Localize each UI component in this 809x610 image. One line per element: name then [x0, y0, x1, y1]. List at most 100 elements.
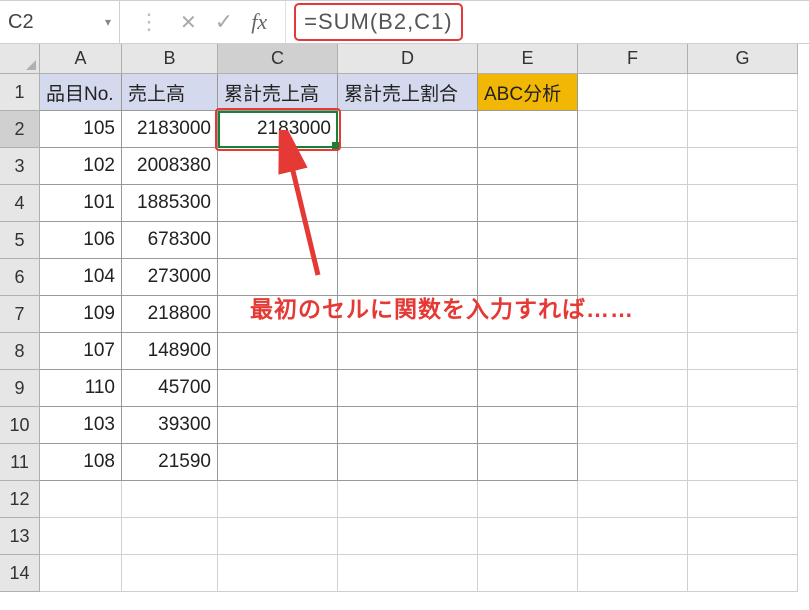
cell-A13[interactable]: [40, 518, 122, 555]
row-header-4[interactable]: 4: [0, 185, 40, 222]
cell-B7[interactable]: 218800: [122, 296, 218, 333]
col-header-F[interactable]: F: [578, 44, 688, 74]
formula-input[interactable]: =SUM(B2,C1): [294, 3, 463, 41]
cell-A12[interactable]: [40, 481, 122, 518]
cell-E4[interactable]: [478, 185, 578, 222]
cell-D13[interactable]: [338, 518, 478, 555]
cell-D6[interactable]: [338, 259, 478, 296]
cell-G9[interactable]: [688, 370, 798, 407]
col-header-C[interactable]: C: [218, 44, 338, 74]
row-header-11[interactable]: 11: [0, 444, 40, 481]
cell-A1[interactable]: 品目No.: [40, 74, 122, 111]
cell-B11[interactable]: 21590: [122, 444, 218, 481]
row-header-13[interactable]: 13: [0, 518, 40, 555]
cell-G6[interactable]: [688, 259, 798, 296]
col-header-G[interactable]: G: [688, 44, 798, 74]
row-header-9[interactable]: 9: [0, 370, 40, 407]
cell-F7[interactable]: [578, 296, 688, 333]
row-header-7[interactable]: 7: [0, 296, 40, 333]
cell-A2[interactable]: 105: [40, 111, 122, 148]
cell-B8[interactable]: 148900: [122, 333, 218, 370]
cell-B10[interactable]: 39300: [122, 407, 218, 444]
cell-B14[interactable]: [122, 555, 218, 592]
cell-F8[interactable]: [578, 333, 688, 370]
col-header-E[interactable]: E: [478, 44, 578, 74]
cell-A5[interactable]: 106: [40, 222, 122, 259]
cell-F13[interactable]: [578, 518, 688, 555]
cell-D4[interactable]: [338, 185, 478, 222]
cell-G8[interactable]: [688, 333, 798, 370]
cell-G12[interactable]: [688, 481, 798, 518]
expand-icon[interactable]: ⋮: [138, 9, 162, 35]
cell-B1[interactable]: 売上高: [122, 74, 218, 111]
select-all-corner[interactable]: [0, 44, 40, 74]
row-header-3[interactable]: 3: [0, 148, 40, 185]
cell-G13[interactable]: [688, 518, 798, 555]
name-box[interactable]: C2 ▾: [0, 1, 120, 43]
cell-E2[interactable]: [478, 111, 578, 148]
cell-C4[interactable]: [218, 185, 338, 222]
col-header-D[interactable]: D: [338, 44, 478, 74]
cell-E1[interactable]: ABC分析: [478, 74, 578, 111]
cell-C8[interactable]: [218, 333, 338, 370]
cell-A8[interactable]: 107: [40, 333, 122, 370]
cell-C5[interactable]: [218, 222, 338, 259]
cell-D8[interactable]: [338, 333, 478, 370]
cell-D12[interactable]: [338, 481, 478, 518]
cell-F11[interactable]: [578, 444, 688, 481]
cell-B9[interactable]: 45700: [122, 370, 218, 407]
confirm-icon[interactable]: ✓: [215, 9, 233, 35]
cell-D7[interactable]: [338, 296, 478, 333]
cell-A14[interactable]: [40, 555, 122, 592]
cell-F4[interactable]: [578, 185, 688, 222]
cell-B3[interactable]: 2008380: [122, 148, 218, 185]
cell-G11[interactable]: [688, 444, 798, 481]
cell-B4[interactable]: 1885300: [122, 185, 218, 222]
cell-C9[interactable]: [218, 370, 338, 407]
cell-E14[interactable]: [478, 555, 578, 592]
cell-F5[interactable]: [578, 222, 688, 259]
cell-A11[interactable]: 108: [40, 444, 122, 481]
cell-A10[interactable]: 103: [40, 407, 122, 444]
cell-G7[interactable]: [688, 296, 798, 333]
cell-E12[interactable]: [478, 481, 578, 518]
cell-C6[interactable]: [218, 259, 338, 296]
cell-E6[interactable]: [478, 259, 578, 296]
cell-C7[interactable]: [218, 296, 338, 333]
cell-A6[interactable]: 104: [40, 259, 122, 296]
cell-D11[interactable]: [338, 444, 478, 481]
cell-B5[interactable]: 678300: [122, 222, 218, 259]
cell-A4[interactable]: 101: [40, 185, 122, 222]
row-header-14[interactable]: 14: [0, 555, 40, 592]
cell-G5[interactable]: [688, 222, 798, 259]
row-header-8[interactable]: 8: [0, 333, 40, 370]
row-header-12[interactable]: 12: [0, 481, 40, 518]
cell-F12[interactable]: [578, 481, 688, 518]
cell-C1[interactable]: 累計売上高: [218, 74, 338, 111]
cell-F1[interactable]: [578, 74, 688, 111]
cell-C10[interactable]: [218, 407, 338, 444]
cell-E9[interactable]: [478, 370, 578, 407]
cell-B13[interactable]: [122, 518, 218, 555]
cell-A7[interactable]: 109: [40, 296, 122, 333]
cell-E8[interactable]: [478, 333, 578, 370]
cell-E3[interactable]: [478, 148, 578, 185]
cancel-icon[interactable]: ✕: [180, 10, 197, 35]
cell-G2[interactable]: [688, 111, 798, 148]
cell-C2[interactable]: 2183000: [218, 111, 338, 148]
cell-G4[interactable]: [688, 185, 798, 222]
cell-E10[interactable]: [478, 407, 578, 444]
cell-D5[interactable]: [338, 222, 478, 259]
cell-E7[interactable]: [478, 296, 578, 333]
cell-C12[interactable]: [218, 481, 338, 518]
cell-D10[interactable]: [338, 407, 478, 444]
cell-E5[interactable]: [478, 222, 578, 259]
cell-D1[interactable]: 累計売上割合: [338, 74, 478, 111]
cell-A9[interactable]: 110: [40, 370, 122, 407]
cell-A3[interactable]: 102: [40, 148, 122, 185]
cell-C13[interactable]: [218, 518, 338, 555]
cell-D9[interactable]: [338, 370, 478, 407]
cell-B12[interactable]: [122, 481, 218, 518]
cell-C11[interactable]: [218, 444, 338, 481]
name-box-dropdown-icon[interactable]: ▾: [105, 15, 111, 29]
